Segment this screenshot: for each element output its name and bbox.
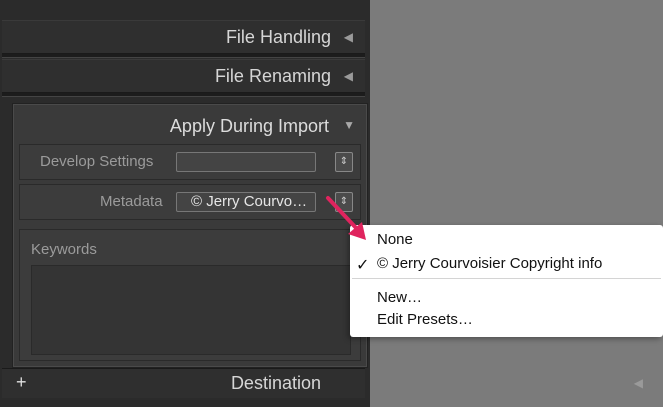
menu-item-copyright-preset[interactable]: © Jerry Courvoisier Copyright info xyxy=(377,255,602,272)
file-handling-header[interactable]: File Handling ◀ xyxy=(2,20,365,54)
apply-during-import-panel: Apply During Import ▼ Develop Settings ⇕… xyxy=(12,103,368,368)
metadata-select[interactable]: © Jerry Courvo… xyxy=(176,192,316,212)
develop-settings-select[interactable] xyxy=(176,152,316,172)
apply-during-import-title[interactable]: Apply During Import xyxy=(170,116,329,137)
checkmark-icon: ✓ xyxy=(356,257,370,274)
develop-settings-row: Develop Settings ⇕ xyxy=(19,144,361,180)
destination-header[interactable]: Destination xyxy=(2,368,365,398)
keywords-section: Keywords xyxy=(19,229,361,361)
menu-separator xyxy=(352,278,661,279)
menu-item-edit-presets[interactable]: Edit Presets… xyxy=(377,311,473,328)
develop-settings-label: Develop Settings xyxy=(40,153,154,170)
keywords-textarea[interactable] xyxy=(31,265,351,355)
file-renaming-header[interactable]: File Renaming ◀ xyxy=(2,59,365,93)
section-divider xyxy=(2,54,365,58)
expanded-triangle-icon[interactable]: ▼ xyxy=(343,118,355,132)
select-arrows-icon[interactable]: ⇕ xyxy=(335,152,353,172)
file-handling-title: File Handling xyxy=(225,27,331,47)
plus-icon[interactable]: + xyxy=(16,372,27,393)
canvas-background xyxy=(370,0,663,407)
metadata-row: Metadata © Jerry Courvo… ⇕ xyxy=(19,184,361,220)
keywords-label: Keywords xyxy=(31,241,97,258)
annotation-arrow-icon xyxy=(326,196,366,240)
collapsed-triangle-icon[interactable]: ◀ xyxy=(634,376,643,390)
menu-item-new[interactable]: New… xyxy=(377,289,422,306)
destination-title: Destination xyxy=(230,373,321,393)
section-divider xyxy=(2,93,365,97)
file-renaming-title: File Renaming xyxy=(214,66,331,86)
metadata-preset-menu: None ✓ © Jerry Courvoisier Copyright inf… xyxy=(350,225,663,337)
collapsed-triangle-icon[interactable]: ◀ xyxy=(344,60,353,92)
metadata-label: Metadata xyxy=(100,193,163,210)
collapsed-triangle-icon[interactable]: ◀ xyxy=(344,21,353,53)
menu-item-none[interactable]: None xyxy=(377,231,413,248)
